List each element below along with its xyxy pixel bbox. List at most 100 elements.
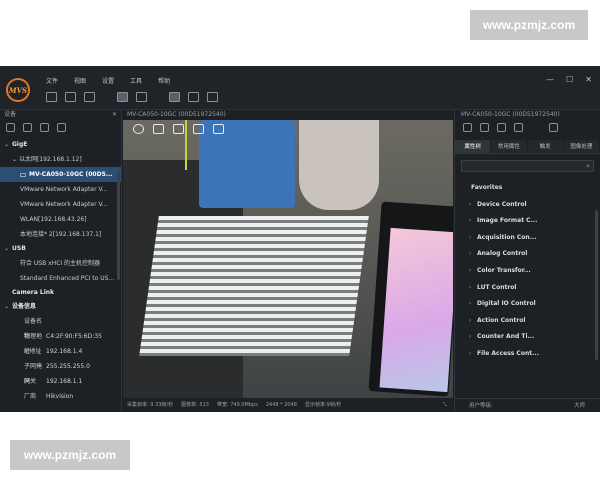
section-gige[interactable]: ⌄ GigE: [0, 138, 121, 152]
save-icon[interactable]: [65, 92, 76, 102]
stop-grab-icon[interactable]: [133, 124, 144, 134]
info-row: 网关 192.168.1.1: [24, 378, 83, 385]
info-row: 厂商 Hikvision: [24, 393, 74, 400]
mvs-logo: MVS: [6, 78, 30, 102]
section-usb[interactable]: ⌄ USB: [0, 242, 121, 256]
tree-node-camera[interactable]: MV-CA050-10GC (00D5...: [0, 167, 121, 182]
camera-icon: [20, 172, 26, 177]
property-search-input[interactable]: ⌕: [461, 160, 594, 172]
property-group[interactable]: › Analog Control: [455, 246, 600, 263]
menu-file[interactable]: 文件: [46, 76, 58, 85]
fullscreen-icon[interactable]: ⤡: [443, 398, 447, 412]
export-icon[interactable]: [84, 92, 95, 102]
window-controls: — ☐ ✕: [546, 75, 592, 84]
status-bandwidth: 带宽: 749.0Mbps: [216, 402, 258, 408]
property-group[interactable]: › Counter And Ti...: [455, 329, 600, 346]
status-fps: 采集帧率: 9.33帧/秒: [127, 402, 174, 408]
fit-window-icon[interactable]: [153, 124, 164, 134]
device-panel-title: 设备 ✕: [4, 110, 117, 120]
ip-config-icon[interactable]: [57, 123, 66, 132]
image-icon[interactable]: [136, 92, 147, 102]
info-row: IP地址 192.168.1.4: [24, 348, 83, 355]
watermark-bottom: www.pzmjz.com: [10, 440, 130, 470]
close-button[interactable]: ✕: [585, 75, 592, 84]
menu-tools[interactable]: 工具: [130, 76, 142, 85]
tree-node-wlan[interactable]: WLAN[192.168.43.26]: [0, 212, 121, 227]
disconnect-icon[interactable]: [6, 123, 15, 132]
property-group[interactable]: › Digital IO Control: [455, 296, 600, 313]
property-group[interactable]: › File Access Cont...: [455, 346, 600, 363]
search-icon: ⌕: [586, 162, 590, 170]
property-favorites[interactable]: Favorites: [455, 180, 600, 197]
info-row: 子网掩码 255.255.255.0: [24, 363, 90, 385]
reset-icon[interactable]: [549, 123, 558, 132]
preview-panel: MV-CA050-10GC (00D51972540) 采集帧率: 9.33帧/…: [123, 110, 453, 412]
property-group[interactable]: › Action Control: [455, 313, 600, 330]
tree-node-vmware-2[interactable]: VMware Network Adapter V...: [0, 197, 121, 212]
watermark-top: www.pzmjz.com: [470, 10, 588, 40]
device-panel-close-icon[interactable]: ✕: [112, 110, 117, 120]
settings-icon[interactable]: [23, 123, 32, 132]
tree-node-usb-xhci[interactable]: 符合 USB xHCI 的主机控制器: [0, 256, 121, 271]
device-panel-scrollbar[interactable]: [117, 170, 120, 280]
properties-title: MV-CA050-10GC (00D51972540): [461, 111, 560, 118]
property-group[interactable]: › Device Control: [455, 197, 600, 214]
menu-view[interactable]: 视图: [74, 76, 86, 85]
grid-icon[interactable]: [213, 124, 224, 134]
section-camera-link[interactable]: Camera Link: [0, 286, 121, 300]
device-panel: 设备 ✕ ⌄ GigE ⌄ 以太网[192.168.1.12] MV-CA050-…: [0, 110, 122, 412]
tree-node-usb-pci[interactable]: Standard Enhanced PCI to US...: [0, 271, 121, 286]
user-level-bar: 用户等级: 大师: [455, 398, 600, 412]
save-icon[interactable]: [514, 123, 523, 132]
status-resolution: 2448 * 2048: [265, 402, 297, 408]
open-folder-icon[interactable]: [46, 92, 57, 102]
user-level-label: 用户等级:: [469, 403, 493, 409]
property-group[interactable]: › LUT Control: [455, 280, 600, 297]
tab-image-processing[interactable]: 图像处理: [563, 140, 600, 153]
section-device-info[interactable]: ⌄ 设备信息: [0, 300, 121, 314]
minimize-button[interactable]: —: [546, 75, 554, 84]
properties-scrollbar[interactable]: [595, 210, 598, 360]
load-icon[interactable]: [497, 123, 506, 132]
property-tree: Favorites › Device Control › Image Format …: [455, 176, 600, 363]
info-row: 设备名称: [24, 318, 43, 340]
preview-title: MV-CA050-10GC (00D51972540): [123, 110, 453, 120]
main-toolbar: [46, 92, 218, 102]
menu-help[interactable]: 帮助: [158, 76, 170, 85]
snapshot-icon[interactable]: [173, 124, 184, 134]
properties-toolbar: [455, 120, 600, 134]
device-tree: ⌄ GigE ⌄ 以太网[192.168.1.12] MV-CA050-10GC …: [0, 134, 121, 404]
maximize-button[interactable]: ☐: [566, 75, 573, 84]
menu-settings[interactable]: 设置: [102, 76, 114, 85]
property-group[interactable]: › Color Transfor...: [455, 263, 600, 280]
tab-trigger[interactable]: 触发: [527, 140, 564, 153]
camera-preview-image: [123, 120, 453, 398]
list-icon[interactable]: [207, 92, 218, 102]
device-toolbar: [0, 120, 121, 134]
property-group[interactable]: › Acquisition Con...: [455, 230, 600, 247]
mvs-window: MVS 文件 视图 设置 工具 帮助 — ☐ ✕ 设备 ✕ ⌄ GigE ⌄ 以…: [0, 66, 600, 412]
layout-single-icon[interactable]: [117, 92, 128, 102]
tab-common-properties[interactable]: 常用属性: [491, 140, 528, 153]
tree-node-local-connection[interactable]: 本地连接* 2[192.168.137.1]: [0, 227, 121, 242]
status-images: 图像数: 513: [181, 402, 209, 408]
tree-node-vmware-1[interactable]: VMware Network Adapter V...: [0, 182, 121, 197]
status-display-fps: 显示帧率:9帧/秒: [304, 402, 342, 408]
preview-toolbar: [133, 124, 224, 134]
info-row: 物理地址 C4:2F:90:F5:6D:35: [24, 333, 102, 355]
export-icon[interactable]: [480, 123, 489, 132]
histogram-icon[interactable]: [169, 92, 180, 102]
import-icon[interactable]: [463, 123, 472, 132]
tree-node-ethernet[interactable]: ⌄ 以太网[192.168.1.12]: [0, 152, 121, 167]
menu-bar: 文件 视图 设置 工具 帮助: [46, 76, 170, 85]
refresh-icon[interactable]: [40, 123, 49, 132]
preview-status-bar: 采集帧率: 9.33帧/秒 图像数: 513 带宽: 749.0Mbps 244…: [123, 398, 453, 412]
properties-tabs: 属性树 常用属性 触发 图像处理: [455, 140, 600, 154]
properties-panel: MV-CA050-10GC (00D51972540) 属性树 常用属性 触发 …: [454, 110, 600, 412]
record-icon[interactable]: [193, 124, 204, 134]
title-bar: MVS 文件 视图 设置 工具 帮助 — ☐ ✕: [0, 66, 600, 110]
property-group[interactable]: › Image Format C...: [455, 213, 600, 230]
user-level-select[interactable]: 大师: [574, 399, 585, 412]
tab-property-tree[interactable]: 属性树: [455, 140, 492, 153]
picture-icon[interactable]: [188, 92, 199, 102]
